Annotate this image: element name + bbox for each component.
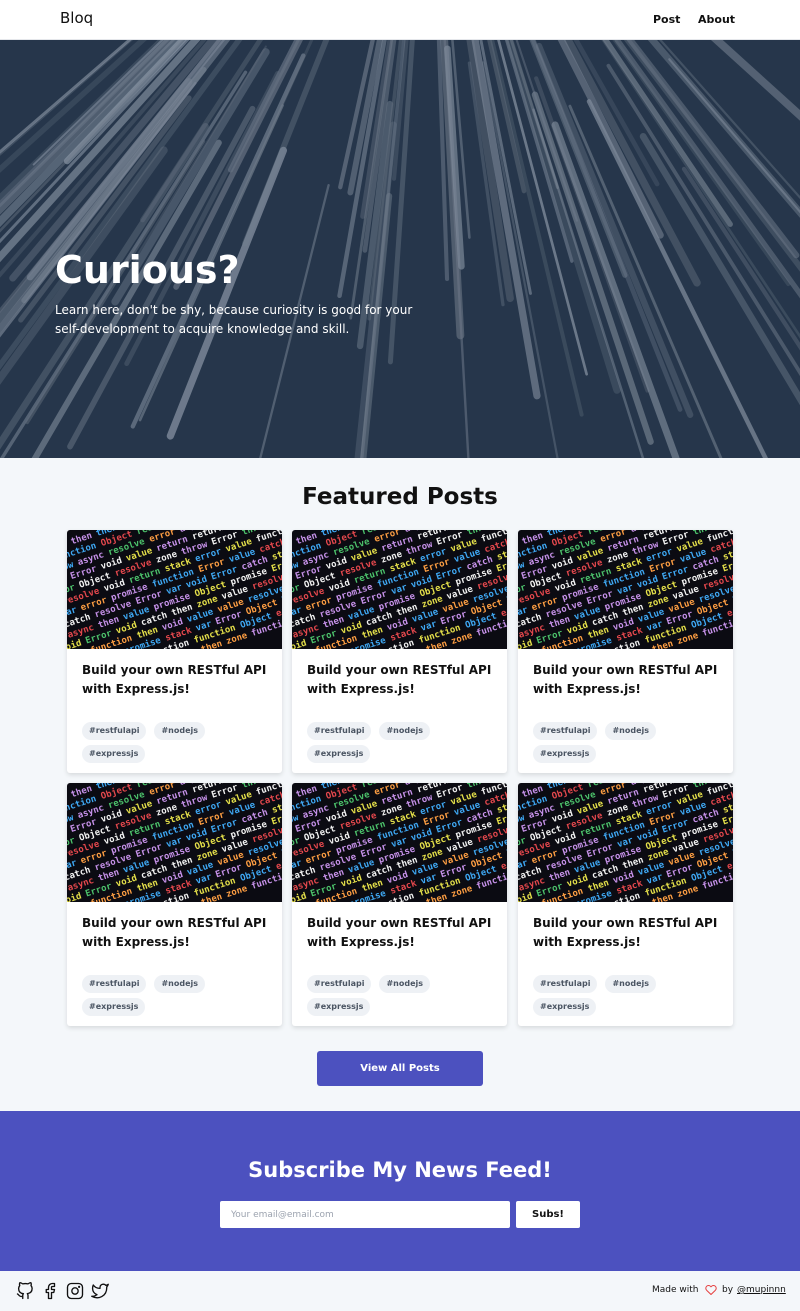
post-card[interactable]: ErrorerrorthenthenasyncresolvezoneerrorO… [292,530,507,773]
twitter-icon[interactable] [91,1282,109,1300]
post-thumbnail: ErrorerrorthenthenasyncresolvezoneerrorO… [518,530,733,649]
brand-logo[interactable]: Bloq [60,9,93,27]
hero-subtitle: Learn here, don't be shy, because curios… [55,303,413,336]
post-tags: #restfulapi #nodejs #expressjs [533,722,723,768]
post-title[interactable]: Build your own RESTful API with Express.… [307,914,492,952]
tag-expressjs[interactable]: #expressjs [82,745,146,763]
tag-expressjs[interactable]: #expressjs [533,998,597,1016]
tag-restfulapi[interactable]: #restfulapi [82,975,147,993]
post-thumbnail: ErrorerrorthenthenasyncresolvezoneerrorO… [292,530,507,649]
tag-nodejs[interactable]: #nodejs [154,975,206,993]
post-thumbnail: ErrorerrorthenthenasyncresolvezoneerrorO… [67,530,282,649]
tag-nodejs[interactable]: #nodejs [605,722,657,740]
hero-section: Curious? Learn here, don't be shy, becau… [0,40,800,458]
post-thumbnail: ErrorerrorthenthenasyncresolvezoneerrorO… [292,783,507,902]
post-card[interactable]: ErrorerrorthenthenasyncresolvezoneerrorO… [67,783,282,1026]
post-title[interactable]: Build your own RESTful API with Express.… [533,914,718,952]
tag-nodejs[interactable]: #nodejs [379,722,431,740]
tag-nodejs[interactable]: #nodejs [605,975,657,993]
made-with-label: Made with [652,1285,699,1295]
post-title[interactable]: Build your own RESTful API with Express.… [82,914,267,952]
tag-restfulapi[interactable]: #restfulapi [533,722,598,740]
post-title[interactable]: Build your own RESTful API with Express.… [82,661,267,699]
nav-link-post[interactable]: Post [653,13,680,26]
footer: Made with by @mupinnn [0,1271,800,1311]
github-icon[interactable] [16,1282,34,1300]
post-tags: #restfulapi #nodejs #expressjs [307,975,497,1021]
tag-restfulapi[interactable]: #restfulapi [533,975,598,993]
post-card[interactable]: ErrorerrorthenthenasyncresolvezoneerrorO… [518,783,733,1026]
email-input[interactable] [220,1201,510,1228]
post-title[interactable]: Build your own RESTful API with Express.… [307,661,492,699]
view-all-posts-button[interactable]: View All Posts [317,1051,483,1086]
post-card[interactable]: ErrorerrorthenthenasyncresolvezoneerrorO… [518,530,733,773]
navbar: Bloq Post About [0,0,800,40]
subscribe-button[interactable]: Subs! [516,1201,580,1228]
post-title[interactable]: Build your own RESTful API with Express.… [533,661,718,699]
post-card[interactable]: ErrorerrorthenthenasyncresolvezoneerrorO… [292,783,507,1026]
post-thumbnail: ErrorerrorthenthenasyncresolvezoneerrorO… [67,783,282,902]
tag-expressjs[interactable]: #expressjs [307,745,371,763]
tag-expressjs[interactable]: #expressjs [533,745,597,763]
tag-expressjs[interactable]: #expressjs [82,998,146,1016]
tag-expressjs[interactable]: #expressjs [307,998,371,1016]
by-label: by [722,1285,734,1295]
post-tags: #restfulapi #nodejs #expressjs [307,722,497,768]
hero-title: Curious? [55,248,240,292]
tag-restfulapi[interactable]: #restfulapi [82,722,147,740]
post-tags: #restfulapi #nodejs #expressjs [82,722,272,768]
subscribe-title: Subscribe My News Feed! [248,1158,552,1182]
post-thumbnail: ErrorerrorthenthenasyncresolvezoneerrorO… [518,783,733,902]
tag-restfulapi[interactable]: #restfulapi [307,722,372,740]
subscribe-section: Subscribe My News Feed! Subs! [0,1111,800,1271]
tag-nodejs[interactable]: #nodejs [379,975,431,993]
author-handle-link[interactable]: @mupinnn [737,1285,786,1295]
heart-icon [705,1284,717,1295]
post-card[interactable]: ErrorerrorthenthenasyncresolvezoneerrorO… [67,530,282,773]
nav-link-about[interactable]: About [698,13,735,26]
featured-posts-title: Featured Posts [302,484,498,510]
tag-restfulapi[interactable]: #restfulapi [307,975,372,993]
post-tags: #restfulapi #nodejs #expressjs [533,975,723,1021]
facebook-icon[interactable] [41,1282,59,1300]
instagram-icon[interactable] [66,1282,84,1300]
post-tags: #restfulapi #nodejs #expressjs [82,975,272,1021]
tag-nodejs[interactable]: #nodejs [154,722,206,740]
